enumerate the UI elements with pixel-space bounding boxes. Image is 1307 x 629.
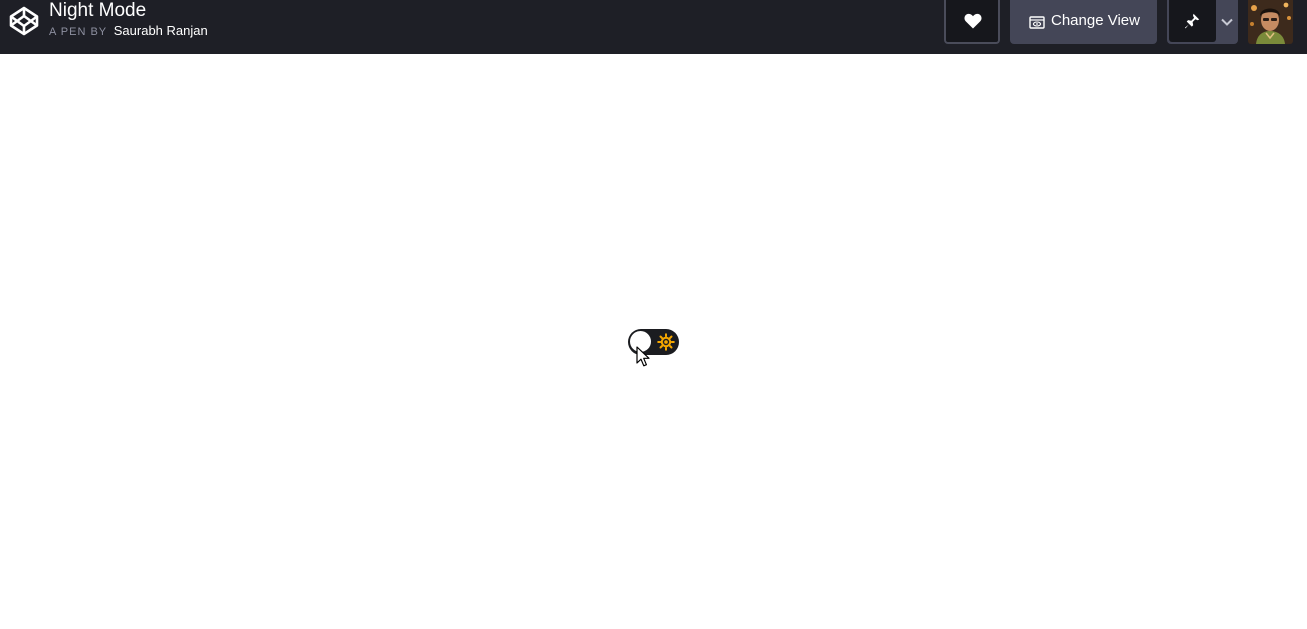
pen-title-block: Night Mode A PEN BY Saurabh Ranjan [49,0,208,40]
love-button[interactable] [944,0,1000,44]
pin-icon [1184,13,1200,29]
pin-menu-button[interactable] [1217,0,1238,44]
change-view-icon [1029,16,1045,29]
sun-icon [657,333,675,356]
night-mode-toggle[interactable] [628,329,679,355]
change-view-label: Change View [1051,12,1140,29]
pen-byline: A PEN BY Saurabh Ranjan [49,23,208,40]
author-link[interactable]: Saurabh Ranjan [114,23,208,38]
codepen-logo-icon[interactable] [8,5,40,37]
change-view-button[interactable]: Change View [1010,0,1157,44]
pin-button[interactable] [1169,0,1216,42]
pen-title[interactable]: Night Mode [49,0,208,22]
pen-preview [0,54,1307,629]
byline-prefix: A PEN BY [49,26,108,38]
chevron-down-icon [1221,18,1233,26]
codepen-header: Night Mode A PEN BY Saurabh Ranjan Chang… [0,0,1307,54]
pin-group [1167,0,1238,44]
heart-icon [964,13,982,29]
user-avatar[interactable] [1248,0,1293,44]
toggle-knob [629,330,652,353]
